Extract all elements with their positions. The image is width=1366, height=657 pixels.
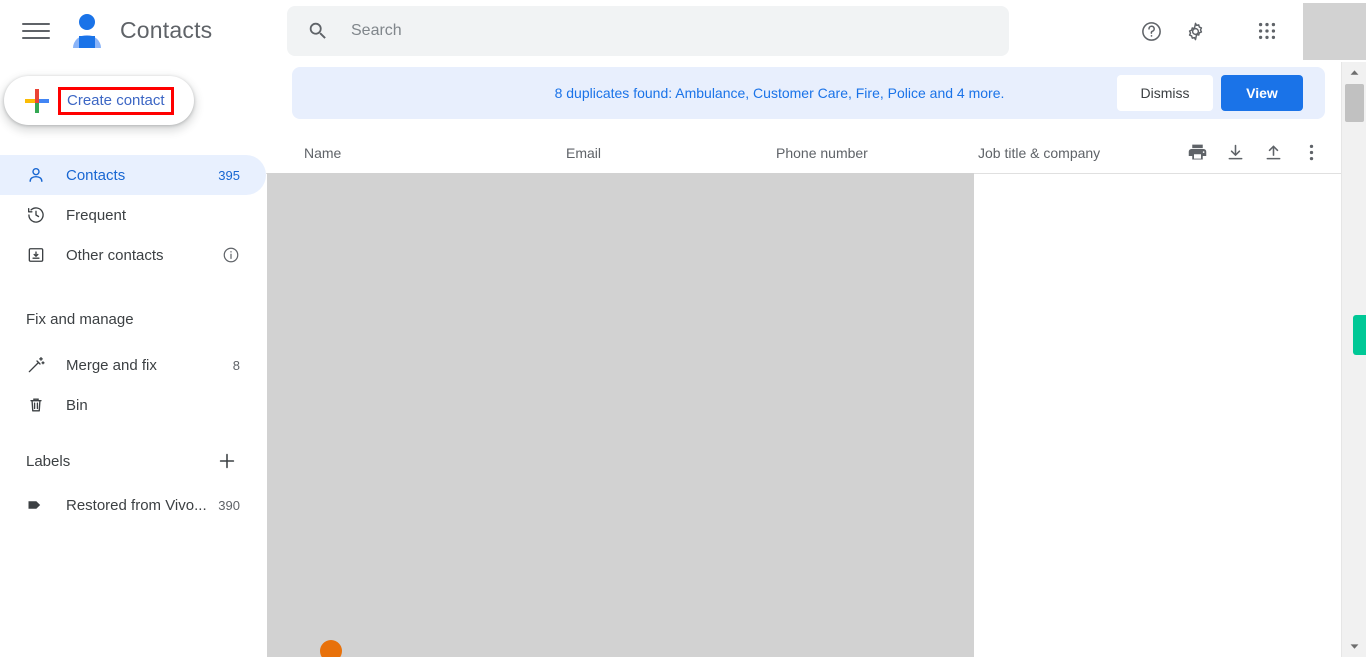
main-content: 8 duplicates found: Ambulance, Customer … xyxy=(266,62,1341,657)
search-bar[interactable] xyxy=(287,6,1009,56)
labels-heading: Labels xyxy=(26,452,71,470)
search-icon xyxy=(307,20,329,42)
sidebar-item-merge-and-fix-count: 8 xyxy=(232,357,240,373)
scroll-down-arrow-icon[interactable] xyxy=(1342,638,1366,655)
sidebar-item-bin[interactable]: Bin xyxy=(0,385,266,425)
sidebar: Create contact Contacts 395 Frequent Oth… xyxy=(0,62,266,657)
app-brand: Contacts xyxy=(68,10,212,50)
download-export-icon[interactable] xyxy=(1223,141,1247,165)
labels-list: Restored from Vivo... 390 xyxy=(0,485,266,525)
google-apps-grid-icon[interactable] xyxy=(1245,9,1289,53)
sidebar-item-other-contacts-label: Other contacts xyxy=(66,246,164,264)
sidebar-label-restored-from-vivo-label: Restored from Vivo... xyxy=(66,496,207,514)
trash-bin-icon xyxy=(26,395,46,415)
scroll-thumb[interactable] xyxy=(1345,84,1364,122)
sidebar-label-restored-from-vivo[interactable]: Restored from Vivo... 390 xyxy=(0,485,266,525)
sidebar-nav-list: Contacts 395 Frequent Other contacts Fix… xyxy=(0,155,266,425)
column-header-job-title-company: Job title & company xyxy=(978,144,1101,161)
info-icon[interactable] xyxy=(222,246,240,264)
plus-icon xyxy=(24,88,50,114)
top-bar-actions xyxy=(1129,0,1366,62)
dismiss-button[interactable]: Dismiss xyxy=(1117,75,1213,111)
page-title: Contacts xyxy=(120,16,213,43)
person-outline-icon xyxy=(26,165,46,185)
sidebar-item-merge-and-fix[interactable]: Merge and fix 8 xyxy=(0,345,266,385)
print-icon[interactable] xyxy=(1185,141,1209,165)
magic-wand-icon xyxy=(26,355,46,375)
plus-add-label-icon[interactable] xyxy=(216,450,238,472)
column-header-name: Name xyxy=(304,144,342,161)
fix-and-manage-heading: Fix and manage xyxy=(26,310,134,328)
contacts-person-logo xyxy=(68,10,106,50)
archive-box-icon xyxy=(26,245,46,265)
upload-import-icon[interactable] xyxy=(1261,141,1285,165)
sidebar-item-frequent[interactable]: Frequent xyxy=(0,195,266,235)
more-options-icon[interactable] xyxy=(1299,141,1323,165)
contacts-table-header: Name Email Phone number Job title & comp… xyxy=(266,132,1341,174)
duplicates-banner: 8 duplicates found: Ambulance, Customer … xyxy=(292,67,1325,119)
scroll-position-marker xyxy=(1353,315,1366,355)
sidebar-item-frequent-label: Frequent xyxy=(66,206,127,224)
contact-avatar-partial xyxy=(320,640,342,657)
create-contact-label: Create contact xyxy=(58,86,174,115)
sidebar-label-restored-from-vivo-count: 390 xyxy=(218,497,240,513)
sidebar-item-other-contacts[interactable]: Other contacts xyxy=(0,235,266,275)
history-clock-icon xyxy=(26,205,46,225)
hamburger-menu-icon[interactable] xyxy=(22,17,50,45)
search-input[interactable] xyxy=(351,22,951,40)
top-app-bar: Contacts xyxy=(0,0,1366,62)
sidebar-item-merge-and-fix-label: Merge and fix xyxy=(66,356,157,374)
sidebar-item-bin-label: Bin xyxy=(66,396,88,414)
settings-gear-icon[interactable] xyxy=(1173,9,1217,53)
create-contact-button[interactable]: Create contact xyxy=(4,76,194,125)
labels-section-header: Labels xyxy=(0,447,266,475)
scroll-up-arrow-icon[interactable] xyxy=(1342,64,1366,81)
contacts-list-area xyxy=(267,173,974,657)
page-scrollbar[interactable] xyxy=(1341,62,1366,657)
view-button[interactable]: View xyxy=(1221,75,1303,111)
column-header-phone-number: Phone number xyxy=(776,144,868,161)
sidebar-item-contacts-count: 395 xyxy=(218,167,240,183)
column-header-email: Email xyxy=(566,144,602,161)
account-avatar[interactable] xyxy=(1303,3,1366,60)
sidebar-item-contacts[interactable]: Contacts 395 xyxy=(0,155,266,195)
duplicates-banner-message: 8 duplicates found: Ambulance, Customer … xyxy=(554,85,1005,101)
table-header-actions xyxy=(1185,141,1323,165)
sidebar-item-contacts-label: Contacts xyxy=(66,166,126,184)
contacts-app-window: Contacts Search Create contact Contacts … xyxy=(0,0,1366,657)
help-icon[interactable] xyxy=(1129,9,1173,53)
label-tag-icon xyxy=(26,495,46,515)
